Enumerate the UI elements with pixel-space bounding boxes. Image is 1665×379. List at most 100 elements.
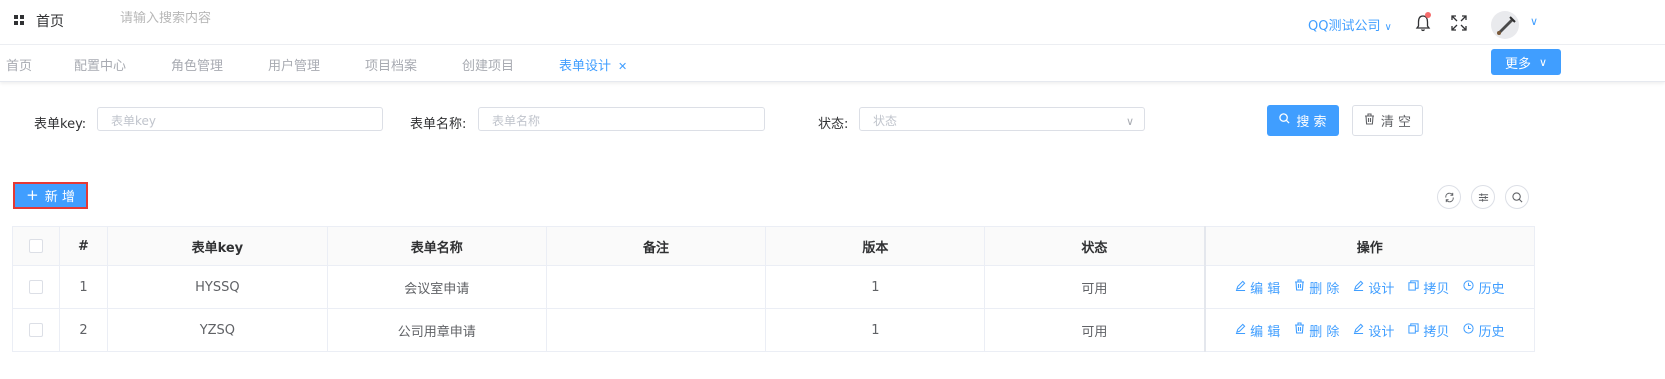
form-name-input[interactable]: 表单名称	[478, 107, 765, 131]
row-remark	[545, 308, 767, 352]
form-key-label: 表单key:	[34, 117, 87, 132]
trash-icon	[1364, 112, 1375, 129]
table-header-row: # 表单key 表单名称 备注 版本 状态 操作	[12, 226, 1535, 266]
copy-action[interactable]: 拷贝	[1408, 321, 1449, 340]
search-toggle-icon[interactable]	[1505, 185, 1529, 209]
status-label: 状态:	[818, 117, 849, 132]
copy-action[interactable]: 拷贝	[1408, 278, 1449, 297]
tab-bar: 首页 配置中心 角色管理 用户管理 项目档案 创建项目 表单设计 ✕ 更多 ∨	[0, 45, 1665, 82]
add-button-label: 新 增	[44, 190, 75, 205]
chevron-down-icon: ∨	[1384, 22, 1392, 33]
row-remark	[545, 265, 767, 309]
row-form-name: 会议室申请	[326, 265, 547, 309]
more-label: 更多	[1504, 56, 1531, 72]
clear-button[interactable]: 清 空	[1352, 105, 1423, 136]
pencil-icon	[1353, 323, 1364, 338]
delete-action[interactable]: 删 除	[1294, 278, 1339, 297]
delete-action[interactable]: 删 除	[1294, 321, 1339, 340]
tab-create-project[interactable]: 创建项目	[462, 55, 514, 74]
company-selector[interactable]: QQ测试公司 ∨	[1308, 15, 1392, 34]
edit-action[interactable]: 编 辑	[1235, 278, 1280, 297]
column-settings-icon[interactable]	[1471, 185, 1495, 209]
row-index: 2	[58, 308, 108, 352]
status-select[interactable]: 状态 ∨	[859, 107, 1145, 131]
edit-icon	[1235, 280, 1246, 295]
search-input[interactable]	[120, 11, 320, 26]
column-header: 备注	[545, 226, 767, 266]
row-checkbox[interactable]	[28, 323, 43, 337]
trash-icon	[1294, 322, 1305, 338]
chevron-down-icon: ∨	[1538, 55, 1548, 69]
row-form-key: YZSQ	[106, 308, 328, 352]
page-title[interactable]: 首页	[36, 11, 64, 31]
close-icon[interactable]: ✕	[618, 60, 627, 73]
company-name: QQ测试公司	[1308, 19, 1381, 34]
edit-label: 编 辑	[1250, 324, 1281, 340]
top-bar: 首页 QQ测试公司∨ ∨	[0, 0, 1665, 45]
row-checkbox-cell	[12, 308, 60, 352]
pencil-icon	[1353, 280, 1364, 295]
tab-label: 表单设计	[559, 59, 612, 74]
form-key-placeholder: 表单key	[111, 114, 157, 128]
design-label: 设计	[1368, 324, 1395, 340]
form-name-placeholder: 表单名称	[492, 114, 541, 128]
search-button-label: 搜 索	[1296, 115, 1327, 130]
design-action[interactable]: 设计	[1353, 321, 1394, 340]
row-form-name: 公司用章申请	[326, 308, 547, 352]
clock-icon	[1463, 322, 1475, 338]
chevron-down-icon[interactable]: ∨	[1530, 15, 1538, 28]
history-action[interactable]: 历史	[1463, 278, 1504, 297]
copy-label: 拷贝	[1423, 324, 1450, 340]
chevron-down-icon: ∨	[1125, 115, 1134, 128]
design-action[interactable]: 设计	[1353, 278, 1394, 297]
table-row: 1 HYSSQ 会议室申请 1 可用 编 辑 删 除 设计 拷贝 历史	[12, 265, 1535, 309]
row-form-key: HYSSQ	[106, 265, 328, 309]
history-action[interactable]: 历史	[1463, 321, 1504, 340]
search-button[interactable]: 搜 索	[1267, 105, 1339, 136]
bell-icon[interactable]	[1415, 12, 1433, 34]
row-checkbox[interactable]	[28, 280, 43, 294]
delete-label: 删 除	[1309, 281, 1340, 297]
tab-config-center[interactable]: 配置中心	[74, 55, 126, 74]
row-version: 1	[765, 308, 986, 352]
refresh-icon[interactable]	[1437, 185, 1461, 209]
design-label: 设计	[1368, 281, 1395, 297]
select-all-cell	[12, 226, 60, 266]
form-table: # 表单key 表单名称 备注 版本 状态 操作 1 HYSSQ 会议室申请 1…	[12, 226, 1535, 352]
column-header: 表单名称	[326, 226, 547, 266]
search-icon	[1279, 113, 1290, 128]
tab-project-archive[interactable]: 项目档案	[365, 55, 417, 74]
trash-icon	[1294, 279, 1305, 295]
row-version: 1	[765, 265, 986, 309]
history-label: 历史	[1478, 324, 1505, 340]
tab-user-management[interactable]: 用户管理	[268, 55, 320, 74]
copy-label: 拷贝	[1423, 281, 1450, 297]
column-header: 操作	[1203, 226, 1535, 266]
tab-home[interactable]: 首页	[6, 55, 32, 74]
edit-action[interactable]: 编 辑	[1235, 321, 1280, 340]
column-header: 状态	[984, 226, 1206, 266]
clear-button-label: 清 空	[1380, 115, 1412, 130]
edit-icon	[1235, 323, 1246, 338]
column-header: 版本	[765, 226, 986, 266]
column-header: #	[58, 226, 108, 266]
edit-label: 编 辑	[1250, 281, 1281, 297]
copy-icon	[1408, 322, 1420, 338]
row-status: 可用	[984, 265, 1206, 309]
form-name-label: 表单名称:	[410, 117, 467, 132]
form-key-input[interactable]: 表单key	[97, 107, 383, 131]
row-index: 1	[58, 265, 108, 309]
delete-label: 删 除	[1309, 324, 1340, 340]
select-all-checkbox[interactable]	[28, 239, 43, 253]
fullscreen-icon[interactable]	[1451, 15, 1469, 33]
copy-icon	[1408, 279, 1420, 295]
tab-role-management[interactable]: 角色管理	[171, 55, 223, 74]
grid-icon[interactable]	[14, 15, 25, 26]
more-button[interactable]: 更多 ∨	[1491, 49, 1561, 75]
row-actions: 编 辑 删 除 设计 拷贝 历史	[1203, 265, 1535, 309]
tab-form-design[interactable]: 表单设计 ✕	[559, 55, 627, 74]
add-button[interactable]: + 新 增	[13, 182, 88, 209]
avatar[interactable]	[1491, 11, 1519, 39]
plus-icon: +	[26, 186, 39, 204]
row-status: 可用	[984, 308, 1206, 352]
